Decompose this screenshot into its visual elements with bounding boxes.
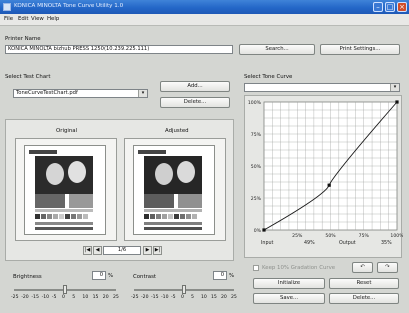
original-chart-graphic bbox=[25, 146, 105, 234]
contrast-scale-tick: -15 bbox=[151, 295, 159, 300]
keep-gradation-checkbox[interactable] bbox=[253, 265, 259, 271]
contrast-scale-tick: -20 bbox=[141, 295, 149, 300]
x-tick-label: 25% bbox=[292, 233, 303, 239]
delete-curve-button[interactable]: Delete... bbox=[329, 293, 399, 304]
brightness-scale-tick: -5 bbox=[51, 295, 57, 300]
contrast-scale-tick: 25 bbox=[231, 295, 237, 300]
prev-page-button[interactable]: ◀ bbox=[93, 246, 102, 255]
contrast-scale: -25 -20 -15 -10 -5 0 5 10 15 20 25 bbox=[131, 295, 237, 303]
contrast-unit: % bbox=[229, 273, 235, 279]
curve-control-point bbox=[262, 228, 266, 232]
contrast-scale-tick: 0 bbox=[181, 295, 184, 300]
close-button[interactable]: × bbox=[397, 2, 407, 12]
y-tick-label: 100% bbox=[248, 100, 262, 106]
y-tick-label: 75% bbox=[251, 132, 262, 138]
window-title: KONICA MINOLTA Tone Curve Utility 1.0 bbox=[14, 3, 124, 9]
app-icon bbox=[3, 3, 11, 11]
tone-curve-window: KONICA MINOLTA Tone Curve Utility 1.0 – … bbox=[0, 0, 409, 313]
curve-control-point bbox=[395, 100, 399, 104]
print-settings-button[interactable]: Print Settings... bbox=[320, 44, 400, 55]
initialize-button[interactable]: Initialize bbox=[253, 278, 325, 289]
test-chart-value: ToneCurveTestChart.pdf bbox=[16, 90, 78, 96]
input-label: Input bbox=[261, 240, 274, 246]
contrast-scale-tick: -10 bbox=[161, 295, 169, 300]
y-tick-label: 0% bbox=[254, 228, 262, 234]
page-number-field[interactable]: 1/6 bbox=[103, 246, 141, 255]
minimize-button[interactable]: – bbox=[373, 2, 383, 12]
search-button[interactable]: Search... bbox=[239, 44, 315, 55]
brightness-scale-tick: 25 bbox=[113, 295, 119, 300]
original-preview-image bbox=[24, 145, 106, 235]
brightness-scale-tick: -10 bbox=[41, 295, 50, 300]
tone-curve-select[interactable]: ▾ bbox=[244, 83, 400, 92]
test-chart-label: Select Test Chart bbox=[5, 74, 51, 80]
contrast-value-field[interactable]: 0 bbox=[213, 271, 227, 280]
test-chart-select[interactable]: ToneCurveTestChart.pdf ▾ bbox=[13, 89, 148, 98]
brightness-scale-tick: -15 bbox=[31, 295, 39, 300]
brightness-scale-tick: -20 bbox=[21, 295, 29, 300]
first-page-button[interactable]: |◀ bbox=[83, 246, 92, 255]
brightness-scale-tick: 10 bbox=[82, 295, 89, 300]
y-tick-label: 50% bbox=[251, 164, 262, 170]
maximize-button[interactable]: □ bbox=[385, 2, 395, 12]
original-label: Original bbox=[56, 128, 78, 134]
original-preview-frame bbox=[15, 138, 117, 241]
redo-button[interactable]: ↷ bbox=[377, 262, 398, 273]
y-tick-label: 25% bbox=[251, 196, 262, 202]
menu-edit[interactable]: Edit bbox=[18, 16, 28, 22]
contrast-scale-tick: 5 bbox=[191, 295, 194, 300]
adjusted-chart-graphic bbox=[134, 146, 214, 234]
delete-chart-button[interactable]: Delete... bbox=[160, 97, 230, 108]
input-value: 49% bbox=[304, 240, 315, 246]
menu-bar: File Edit View Help bbox=[0, 14, 409, 26]
adjusted-label: Adjusted bbox=[165, 128, 189, 134]
curve-control-point bbox=[327, 183, 331, 187]
keep-gradation-label: Keep 10% Gradation Curve bbox=[262, 265, 336, 271]
tone-curve-graph[interactable]: 100% 75% 50% 25% 0% 25% 50% 75% 100% Input 49% Outp… bbox=[243, 95, 403, 257]
reset-button[interactable]: Reset bbox=[329, 278, 399, 289]
x-tick-label: 100% bbox=[390, 233, 403, 239]
chevron-down-icon: ▾ bbox=[138, 90, 147, 97]
title-bar[interactable]: KONICA MINOLTA Tone Curve Utility 1.0 – … bbox=[0, 0, 409, 14]
menu-view[interactable]: View bbox=[31, 16, 44, 22]
contrast-scale-tick: -25 bbox=[131, 295, 139, 300]
brightness-scale-tick: 5 bbox=[72, 295, 76, 300]
brightness-slider-thumb[interactable] bbox=[63, 285, 67, 294]
brightness-scale: -25 -20 -15 -10 -5 0 5 10 15 20 25 bbox=[11, 295, 119, 303]
brightness-scale-tick: 0 bbox=[62, 295, 65, 300]
save-curve-button[interactable]: Save... bbox=[253, 293, 325, 304]
x-tick-label: 75% bbox=[359, 233, 370, 239]
contrast-scale-tick: 20 bbox=[221, 295, 227, 300]
contrast-slider-thumb[interactable] bbox=[182, 285, 186, 294]
brightness-scale-tick: 20 bbox=[102, 295, 109, 300]
menu-help[interactable]: Help bbox=[47, 16, 59, 22]
brightness-unit: % bbox=[108, 273, 114, 279]
brightness-value-field[interactable]: 0 bbox=[92, 271, 106, 280]
contrast-scale-tick: 10 bbox=[201, 295, 207, 300]
tone-curve-label: Select Tone Curve bbox=[244, 74, 293, 80]
contrast-scale-tick: 15 bbox=[211, 295, 217, 300]
contrast-scale-tick: -5 bbox=[171, 295, 176, 300]
last-page-button[interactable]: ▶| bbox=[153, 246, 162, 255]
adjusted-preview-frame bbox=[124, 138, 226, 241]
printer-name-label: Printer Name bbox=[5, 36, 41, 42]
chevron-down-icon: ▾ bbox=[390, 84, 399, 91]
adjusted-preview-image bbox=[133, 145, 215, 235]
x-tick-label: 50% bbox=[325, 233, 336, 239]
brightness-label: Brightness bbox=[13, 274, 42, 280]
contrast-label: Contrast bbox=[133, 274, 157, 280]
add-chart-button[interactable]: Add... bbox=[160, 81, 230, 92]
next-page-button[interactable]: ▶ bbox=[143, 246, 152, 255]
printer-name-field[interactable]: KONICA MINOLTA bizhub PRESS 1250(10.239.… bbox=[5, 45, 233, 54]
brightness-scale-tick: 15 bbox=[92, 295, 99, 300]
undo-button[interactable]: ↶ bbox=[352, 262, 373, 273]
output-label: Output bbox=[339, 240, 356, 246]
output-value: 35% bbox=[381, 240, 392, 246]
brightness-scale-tick: -25 bbox=[11, 295, 19, 300]
menu-file[interactable]: File bbox=[4, 16, 13, 22]
